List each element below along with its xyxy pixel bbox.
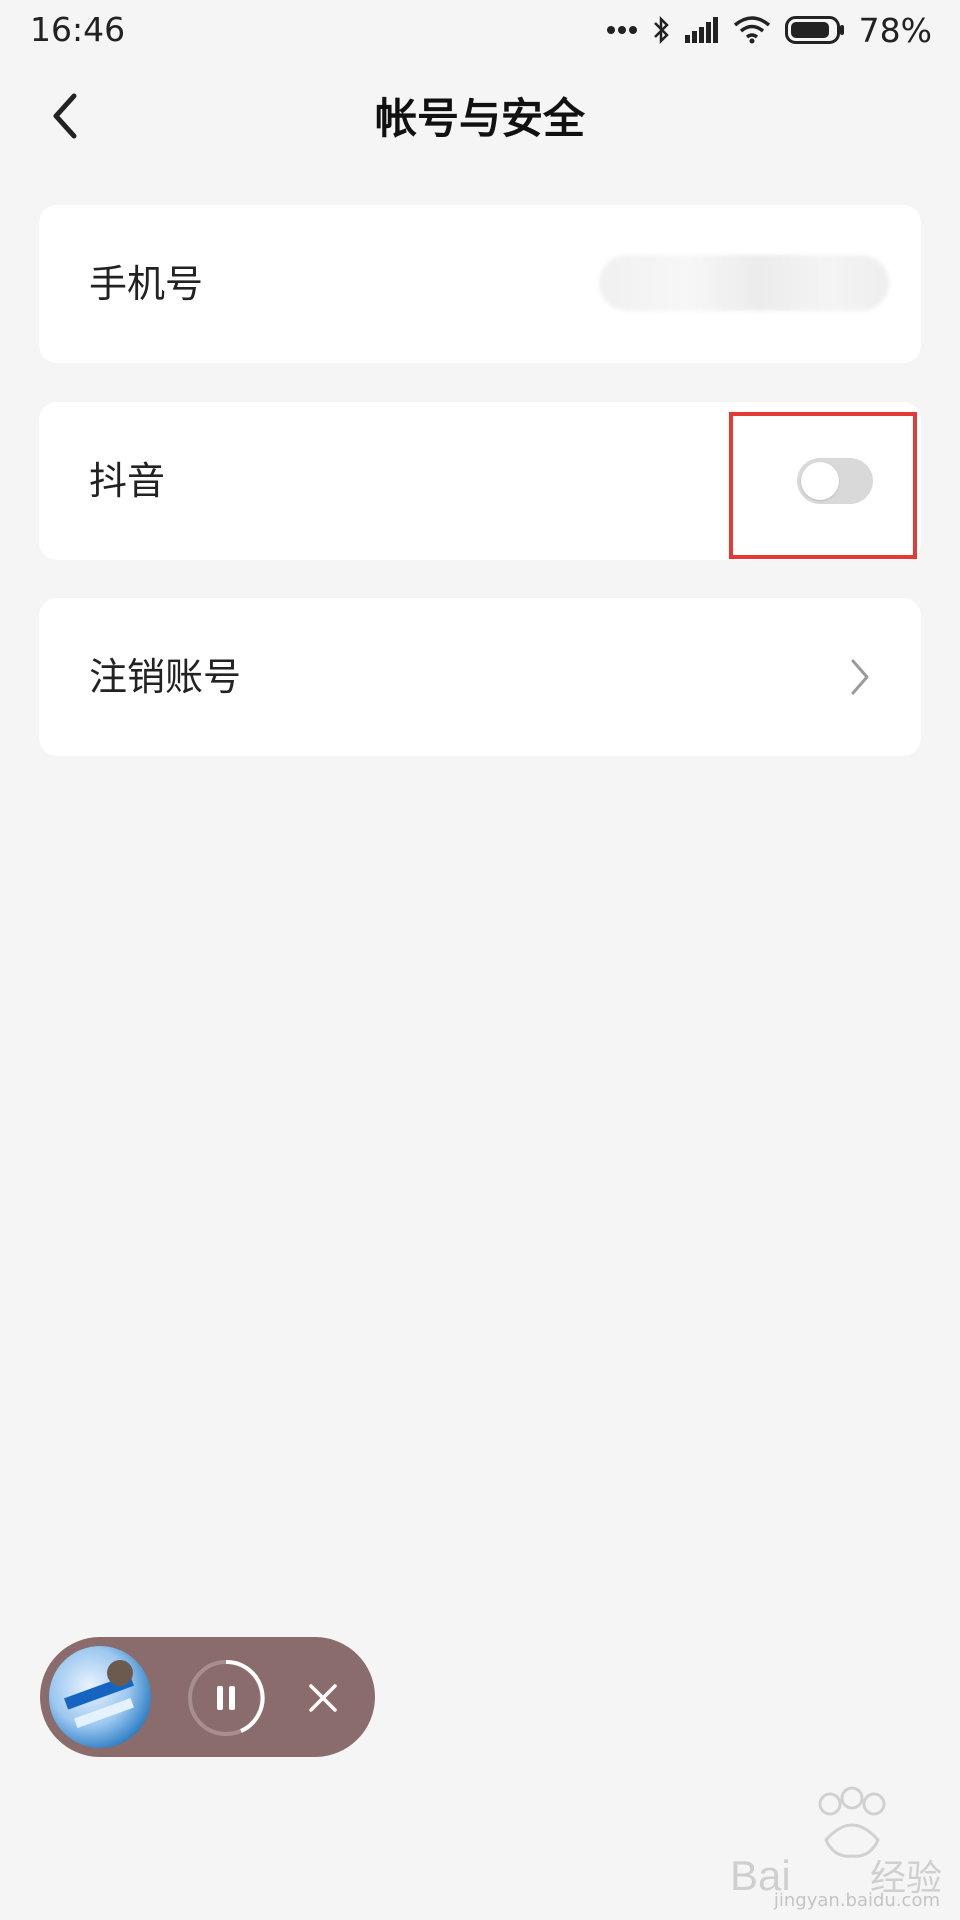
status-bar: 16:46 78% [0,0,960,60]
cancel-account-row[interactable]: 注销账号 [39,598,921,756]
chevron-right-icon [851,659,869,695]
album-art[interactable] [49,1646,151,1748]
phone-number-label: 手机号 [89,262,204,306]
more-dots-icon [606,26,637,34]
phone-number-row[interactable]: 手机号 [39,205,921,363]
signal-icon [684,17,718,43]
cancel-account-label: 注销账号 [89,655,242,699]
phone-number-value [599,255,889,311]
status-time: 16:46 [30,10,126,49]
douyin-label: 抖音 [89,459,166,503]
page-title: 帐号与安全 [374,94,585,143]
pause-button[interactable] [186,1658,266,1738]
toggle-highlight-box [729,412,917,559]
battery-percentage: 78% [858,10,932,50]
watermark-url: jingyan.baidu.com [773,1890,940,1911]
battery-icon [784,16,844,44]
mini-player[interactable] [40,1637,375,1757]
bluetooth-icon [653,15,669,45]
status-icons: 78% [606,10,932,50]
nav-bar: 帐号与安全 [0,60,960,170]
wifi-icon [733,16,770,44]
pause-icon [217,1686,235,1710]
close-icon[interactable] [302,1677,344,1719]
